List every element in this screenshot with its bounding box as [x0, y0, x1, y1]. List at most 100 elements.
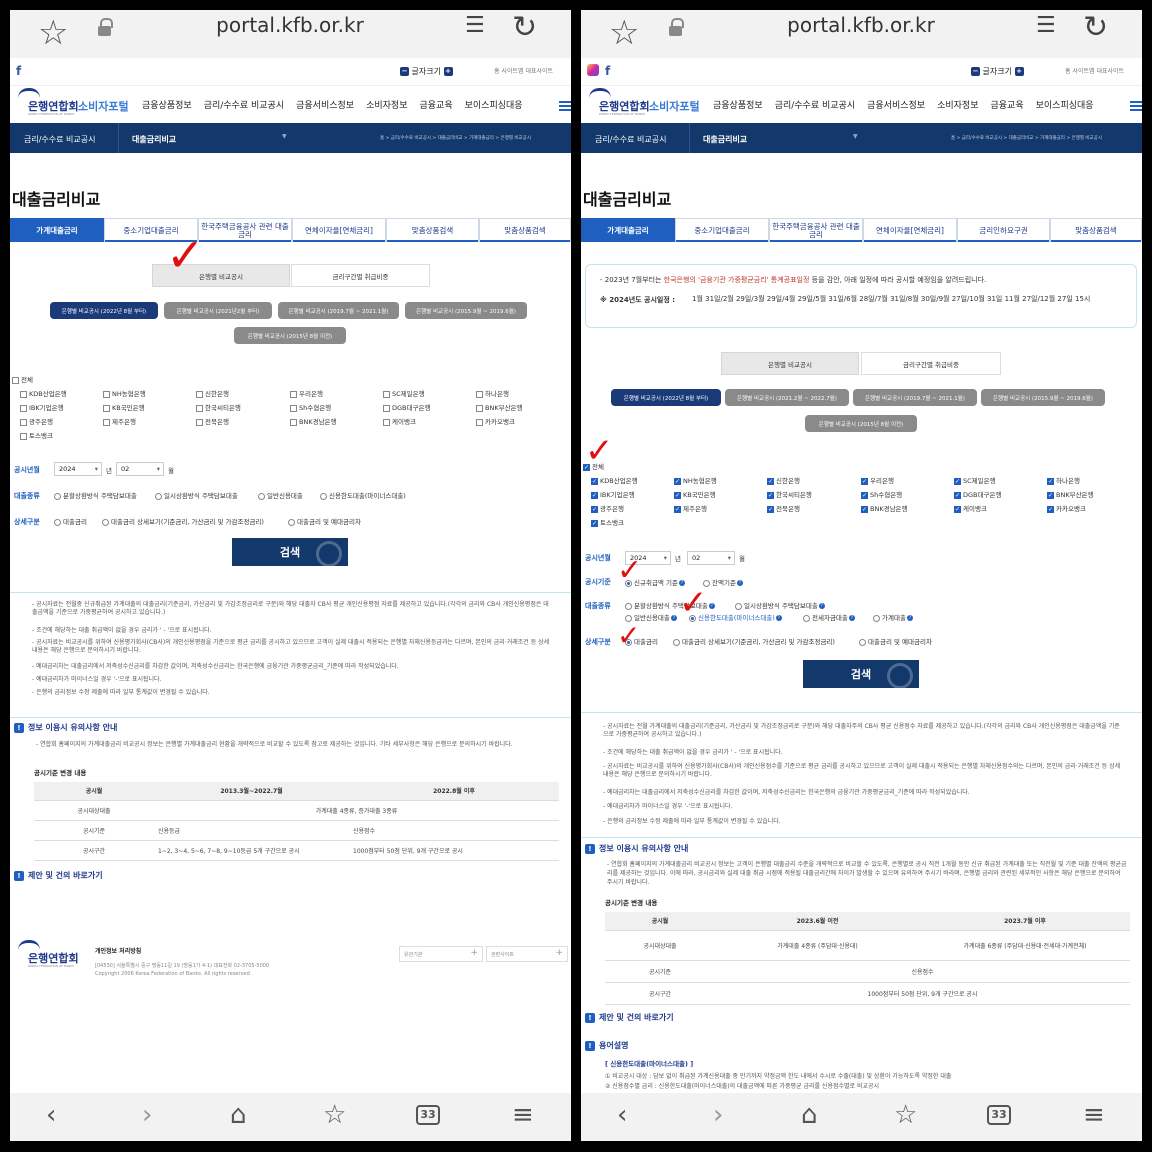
- tab-custom1[interactable]: 맞춤상품검색: [386, 218, 479, 242]
- tab-household[interactable]: 가계대출금리: [10, 218, 104, 242]
- loan-type-radio[interactable]: 전세자금대출?: [803, 612, 855, 622]
- detail-radio[interactable]: 대출금리 및 예대금리차: [859, 636, 932, 646]
- facebook-icon[interactable]: f: [605, 64, 610, 78]
- util-home[interactable]: 홈: [1065, 68, 1071, 75]
- period-2022-08[interactable]: 은행별 비교공시 (2022년 8월 부터): [611, 389, 721, 406]
- period-2015-08[interactable]: 은행별 비교공시 (2015년 8월 이전): [234, 327, 346, 344]
- bank-checkbox[interactable]: ✓ Sh수협은행: [861, 489, 902, 499]
- bank-all-checkbox[interactable]: 전체: [12, 374, 33, 384]
- bank-checkbox[interactable]: NH농협은행: [103, 388, 146, 398]
- search-type-range[interactable]: 금리구간별 취급비중: [291, 264, 430, 287]
- menu-icon[interactable]: ≡: [512, 1099, 534, 1131]
- search-type-bank[interactable]: 은행별 비교공시: [721, 352, 859, 375]
- search-type-range[interactable]: 금리구간별 취급비중: [861, 352, 1001, 375]
- loan-type-radio[interactable]: 분할상환방식 주택담보대출: [54, 490, 137, 500]
- bank-checkbox[interactable]: ✓ 케이뱅크: [954, 503, 987, 513]
- menu-voicephishing[interactable]: 보이스피싱대응: [1036, 101, 1094, 111]
- bank-checkbox[interactable]: SC제일은행: [383, 388, 425, 398]
- loan-type-radio-selected[interactable]: 신용한도대출(마이너스대출)?: [689, 612, 782, 622]
- month-select[interactable]: 02: [116, 462, 164, 476]
- tab-household[interactable]: 가계대출금리: [581, 218, 675, 242]
- tab-overdue[interactable]: 연체이자율[연체금리]: [863, 218, 957, 242]
- util-sitemap[interactable]: 사이트맵: [501, 68, 523, 75]
- bookmark-star-icon[interactable]: ☆: [38, 14, 68, 52]
- bank-checkbox[interactable]: ✓ 전북은행: [767, 503, 800, 513]
- detail-radio[interactable]: 대출금리 상세보기(기준금리, 가산금리 및 가감조정금리): [673, 636, 835, 646]
- bookmark-star-icon[interactable]: ☆: [609, 14, 639, 52]
- loan-type-radio[interactable]: 가계대출?: [873, 612, 913, 622]
- bank-checkbox[interactable]: 제주은행: [103, 416, 136, 426]
- bank-checkbox[interactable]: Sh수협은행: [290, 402, 331, 412]
- bank-checkbox[interactable]: ✓ 토스뱅크: [591, 517, 624, 527]
- reader-mode-icon[interactable]: ☰: [1036, 13, 1056, 38]
- bank-checkbox[interactable]: ✓ 카카오뱅크: [1047, 503, 1086, 513]
- year-select[interactable]: 2024: [625, 551, 671, 565]
- month-select[interactable]: 02: [687, 551, 735, 565]
- bank-checkbox[interactable]: KB국민은행: [103, 402, 145, 412]
- menu-services[interactable]: 금융서비스정보: [296, 101, 354, 111]
- tab-hf[interactable]: 한국주택금융공사 관련 대출금리: [198, 218, 292, 242]
- bank-checkbox[interactable]: ✓ 한국씨티은행: [767, 489, 812, 499]
- bookmarks-icon[interactable]: ☆: [894, 1099, 917, 1131]
- tab-sme[interactable]: 중소기업대출금리: [104, 218, 198, 242]
- font-increase-icon[interactable]: +: [1014, 67, 1024, 76]
- period-2021-02[interactable]: 은행별 비교공시 (2021.2월 ~ 2022.7월): [725, 389, 849, 406]
- search-button[interactable]: 검색: [232, 538, 348, 566]
- period-2019-07[interactable]: 은행별 비교공시 (2019.7월 ~ 2021.1월): [853, 389, 977, 406]
- menu-education[interactable]: 금융교육: [990, 101, 1023, 111]
- proposal-link[interactable]: ! 제안 및 건의 바로가기: [14, 870, 103, 881]
- bank-checkbox[interactable]: BNK부산은행: [476, 402, 523, 412]
- detail-radio[interactable]: 대출금리 상세보기(기준금리, 가산금리 및 가감조정금리): [102, 516, 264, 526]
- bank-checkbox[interactable]: ✓ KB국민은행: [674, 489, 716, 499]
- loan-type-radio[interactable]: 일시상환방식 주택담보대출: [155, 490, 238, 500]
- detail-radio[interactable]: 대출금리: [625, 636, 658, 646]
- tab-custom2[interactable]: 맞춤상품검색: [479, 218, 571, 242]
- home-icon[interactable]: ⌂: [801, 1099, 818, 1131]
- tab-overdue[interactable]: 연체이자율[연체금리]: [292, 218, 386, 242]
- chevron-down-icon[interactable]: ▼: [282, 133, 287, 140]
- util-main-site[interactable]: 대표사이트: [525, 68, 553, 75]
- reader-mode-icon[interactable]: ☰: [465, 13, 485, 38]
- bookmarks-icon[interactable]: ☆: [323, 1099, 346, 1131]
- loan-type-radio[interactable]: 일반신용대출: [258, 490, 303, 500]
- bank-checkbox[interactable]: BNK경남은행: [290, 416, 337, 426]
- bank-checkbox[interactable]: 광주은행: [20, 416, 53, 426]
- tab-custom[interactable]: 맞춤상품검색: [1050, 218, 1142, 242]
- instagram-icon[interactable]: [587, 64, 599, 76]
- menu-education[interactable]: 금융교육: [419, 101, 452, 111]
- bank-checkbox[interactable]: 케이뱅크: [383, 416, 416, 426]
- forward-icon[interactable]: ›: [142, 1099, 152, 1131]
- bank-checkbox[interactable]: 카카오뱅크: [476, 416, 515, 426]
- bank-checkbox[interactable]: ✓ IBK기업은행: [591, 489, 635, 499]
- url-text[interactable]: portal.kfb.or.kr: [721, 10, 1001, 40]
- detail-radio[interactable]: 대출금리: [54, 516, 87, 526]
- period-2022-08[interactable]: 은행별 비교공시 (2022년 8월 부터): [50, 302, 158, 319]
- font-decrease-icon[interactable]: −: [400, 67, 409, 76]
- menu-products[interactable]: 금융상품정보: [142, 101, 192, 111]
- period-2015-09[interactable]: 은행별 비교공시 (2015.9월 ~ 2019.6월): [981, 389, 1105, 406]
- tabs-icon[interactable]: 33: [987, 1105, 1011, 1125]
- loan-type-radio[interactable]: 일반신용대출?: [625, 612, 677, 622]
- bank-checkbox[interactable]: ✓ DGB대구은행: [954, 489, 1001, 499]
- bank-checkbox[interactable]: ✓ 광주은행: [591, 503, 624, 513]
- menu-products[interactable]: 금융상품정보: [713, 101, 763, 111]
- proposal-link[interactable]: ! 제안 및 건의 바로가기: [585, 1012, 674, 1023]
- chevron-down-icon[interactable]: ▼: [853, 133, 858, 140]
- font-decrease-icon[interactable]: −: [971, 67, 980, 76]
- back-icon[interactable]: ‹: [617, 1099, 627, 1131]
- util-main-site[interactable]: 대표사이트: [1096, 68, 1124, 75]
- bank-checkbox[interactable]: 토스뱅크: [20, 430, 53, 440]
- bank-checkbox[interactable]: 신한은행: [196, 388, 229, 398]
- tab-sme[interactable]: 중소기업대출금리: [675, 218, 769, 242]
- bank-checkbox[interactable]: ✓ BNK경남은행: [861, 503, 908, 513]
- font-increase-icon[interactable]: +: [443, 67, 453, 76]
- menu-services[interactable]: 금융서비스정보: [867, 101, 925, 111]
- search-type-bank[interactable]: 은행별 비교공시: [152, 264, 290, 287]
- reload-icon[interactable]: ↻: [1083, 10, 1108, 45]
- detail-radio[interactable]: 대출금리 및 예대금리차: [288, 516, 361, 526]
- notice-highlight[interactable]: 한국은행의 '금융기관 가중평균금리' 통계공표일정: [664, 276, 810, 284]
- bank-checkbox[interactable]: ✓ NH농협은행: [674, 475, 717, 485]
- loan-type-radio[interactable]: 일시상환방식 주택담보대출?: [735, 600, 825, 610]
- tab-rate-cut-right[interactable]: 금리인하요구권: [957, 218, 1050, 242]
- period-2021-02[interactable]: 은행별 비교공시 (2021년2월 부터): [164, 302, 272, 319]
